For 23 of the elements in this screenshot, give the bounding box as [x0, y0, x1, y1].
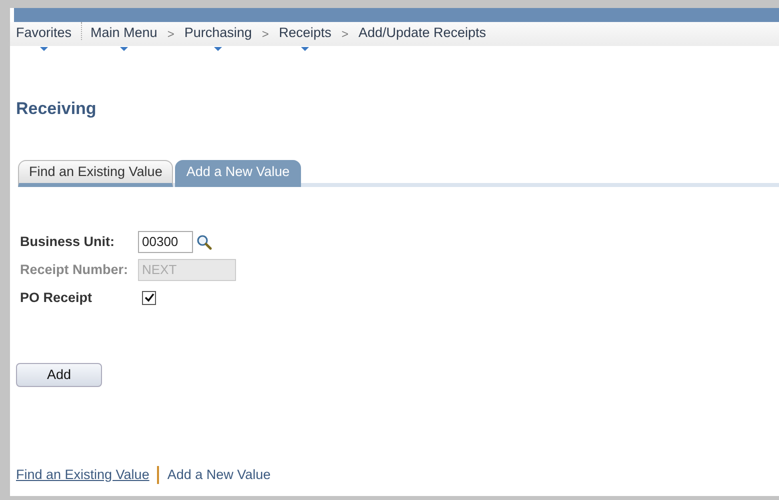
field-label: Business Unit:: [20, 232, 116, 251]
field-label: PO Receipt: [20, 288, 94, 307]
add-button[interactable]: Add: [16, 362, 102, 387]
tab[interactable]: Find an Existing Value: [18, 160, 174, 187]
menu-link[interactable]: Receipts: [276, 22, 334, 52]
dropdown-arrow-icon: [301, 47, 310, 51]
field-label: Receipt Number:: [20, 260, 130, 279]
dropdown-arrow-icon: [120, 47, 128, 51]
footer-link[interactable]: Add a New Value: [167, 464, 271, 485]
breadcrumb-separator: >: [260, 26, 270, 43]
page-title: Receiving: [16, 98, 98, 120]
menu-link[interactable]: Add/Update Receipts: [356, 22, 488, 52]
checkbox[interactable]: [142, 290, 156, 305]
breadcrumb-separator: >: [340, 26, 350, 43]
dropdown-arrow-icon: [214, 47, 222, 51]
breadcrumb-separator: >: [166, 26, 176, 43]
search-icon[interactable]: [196, 234, 212, 250]
footer-link[interactable]: Find an Existing Value: [16, 464, 150, 485]
input-field[interactable]: 00300: [138, 230, 193, 253]
menu-link[interactable]: Purchasing: [182, 22, 254, 52]
menu-link[interactable]: Main Menu: [88, 22, 160, 52]
menu-link[interactable]: Favorites: [14, 22, 74, 52]
dropdown-arrow-icon: [40, 47, 48, 51]
